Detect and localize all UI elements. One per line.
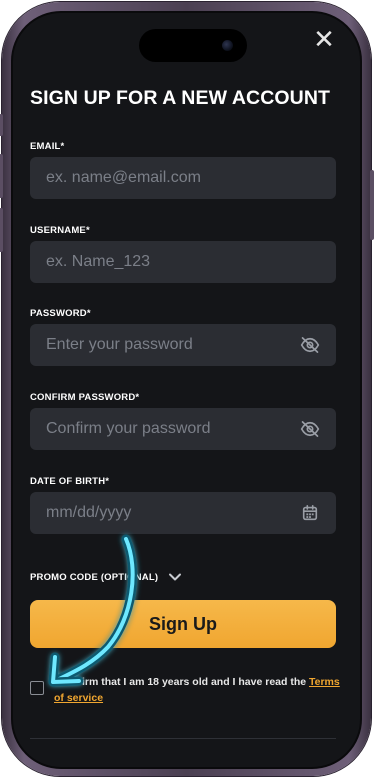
password-field-container [30, 324, 336, 366]
promo-code-label: PROMO CODE (OPTIONAL) [30, 571, 159, 583]
username-label: USERNAME* [30, 225, 90, 236]
confirm-password-label: CONFIRM PASSWORD* [30, 392, 140, 403]
password-field[interactable] [46, 324, 296, 366]
dynamic-island [139, 29, 247, 62]
annotation-arrow [48, 534, 138, 687]
calendar-icon[interactable] [300, 504, 320, 522]
email-label: EMAIL* [30, 141, 65, 152]
email-field[interactable] [46, 157, 296, 199]
divider [30, 738, 336, 739]
terms-checkbox[interactable] [30, 681, 44, 695]
sign-up-button[interactable]: Sign Up [30, 600, 336, 648]
terms-statement: I confirm that I am 18 years old and I h… [54, 676, 309, 688]
close-icon: ✕ [313, 25, 335, 55]
date-of-birth-field[interactable] [46, 492, 296, 534]
email-field-container [30, 157, 336, 199]
chevron-down-icon [169, 573, 182, 581]
password-label: PASSWORD* [30, 308, 91, 319]
phone-volume-down-button [0, 208, 3, 252]
promo-code-toggle[interactable]: PROMO CODE (OPTIONAL) [30, 569, 182, 585]
phone-frame: ✕ SIGN UP FOR A NEW ACCOUNT EMAIL* USERN… [0, 2, 374, 776]
phone-side-button [0, 114, 3, 136]
phone-power-button [370, 170, 374, 240]
close-button[interactable]: ✕ [311, 27, 337, 53]
confirm-password-field-container [30, 408, 336, 450]
date-of-birth-field-container [30, 492, 336, 534]
signup-screen: ✕ SIGN UP FOR A NEW ACCOUNT EMAIL* USERN… [11, 11, 362, 769]
date-of-birth-label: DATE OF BIRTH* [30, 476, 110, 487]
eye-off-icon[interactable] [300, 336, 320, 354]
phone-volume-up-button [0, 154, 3, 198]
camera-lens [222, 40, 233, 51]
terms-text: I confirm that I am 18 years old and I h… [54, 674, 344, 706]
eye-off-icon[interactable] [300, 420, 320, 438]
confirm-password-field[interactable] [46, 408, 296, 450]
username-field-container [30, 241, 336, 283]
page-title: SIGN UP FOR A NEW ACCOUNT [30, 87, 331, 109]
username-field[interactable] [46, 241, 296, 283]
